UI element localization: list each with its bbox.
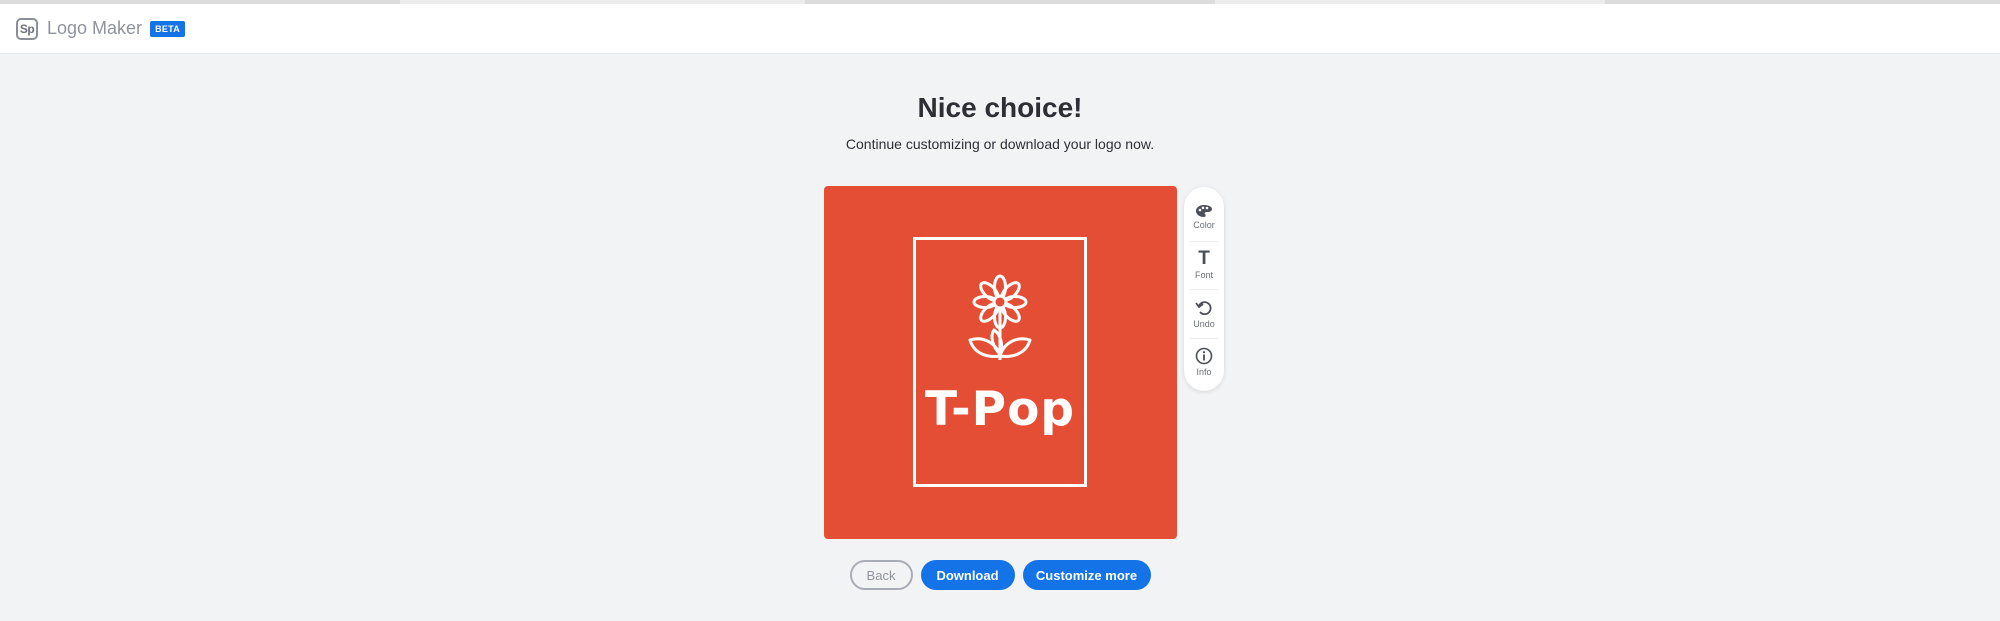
info-icon <box>1195 347 1213 365</box>
logo-preview: T-Pop <box>824 186 1177 539</box>
spark-logo-icon: Sp <box>16 17 38 40</box>
logo-text: T-Pop <box>924 382 1076 437</box>
font-tool-button[interactable]: T Font <box>1184 243 1224 287</box>
customize-toolbar: Color T Font Undo Info <box>1184 187 1224 391</box>
undo-tool-button[interactable]: Undo <box>1184 292 1224 336</box>
app-header: Sp Logo Maker BETA <box>0 4 2000 54</box>
divider <box>1190 338 1218 339</box>
beta-badge: BETA <box>150 20 186 37</box>
download-button[interactable]: Download <box>920 560 1015 590</box>
info-tool-button[interactable]: Info <box>1184 340 1224 384</box>
info-tool-label: Info <box>1196 367 1212 377</box>
page-title: Nice choice! <box>917 92 1083 123</box>
brand[interactable]: Sp Logo Maker BETA <box>16 17 186 40</box>
action-buttons: Back Download Customize more <box>0 560 2000 590</box>
undo-tool-label: Undo <box>1193 319 1215 329</box>
divider <box>1190 289 1218 290</box>
divider <box>1190 241 1218 242</box>
undo-icon <box>1195 301 1212 316</box>
page-subtitle: Continue customizing or download your lo… <box>845 136 1155 152</box>
font-tool-label: Font <box>1194 270 1213 280</box>
color-tool-button[interactable]: Color <box>1184 195 1224 239</box>
app-name: Logo Maker <box>47 18 143 38</box>
customize-more-button[interactable]: Customize more <box>1022 560 1151 590</box>
palette-icon <box>1196 205 1212 217</box>
back-button[interactable]: Back <box>849 560 913 590</box>
color-tool-label: Color <box>1193 220 1215 230</box>
flower-icon <box>968 274 1032 360</box>
logo-frame: T-Pop <box>913 237 1087 487</box>
font-icon: T <box>1198 248 1210 269</box>
